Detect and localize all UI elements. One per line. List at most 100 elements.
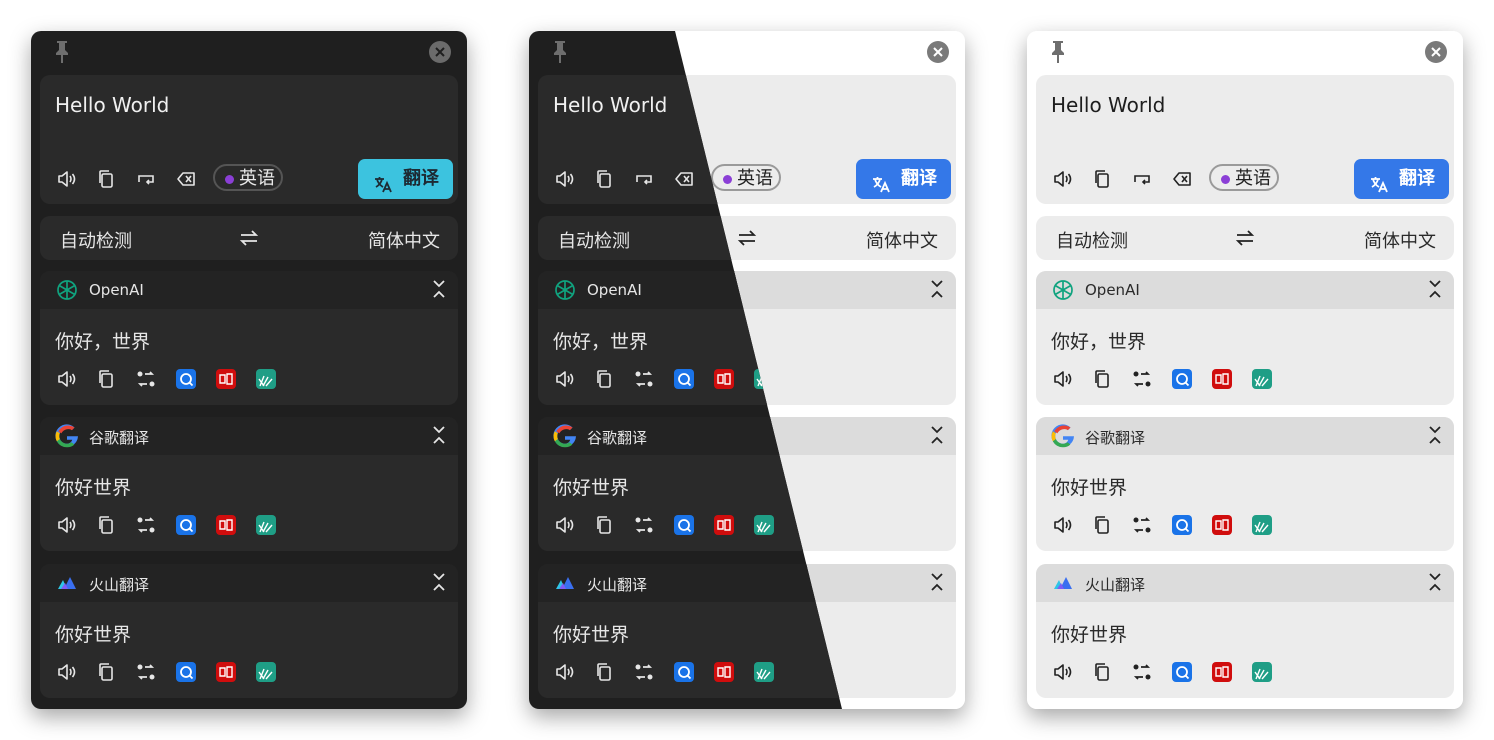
copy-icon[interactable] xyxy=(593,168,615,190)
result-header[interactable]: OpenAI xyxy=(1036,271,1454,309)
copy-icon[interactable] xyxy=(95,661,117,683)
youdao-app-icon[interactable] xyxy=(1212,369,1232,389)
speaker-icon[interactable] xyxy=(1051,514,1073,536)
speaker-icon[interactable] xyxy=(1051,661,1073,683)
copy-icon[interactable] xyxy=(1091,661,1113,683)
speaker-icon[interactable] xyxy=(55,168,77,190)
dictionary-app-icon[interactable] xyxy=(1172,369,1192,389)
youdao-app-icon[interactable] xyxy=(1212,515,1232,535)
dictionary-app-icon[interactable] xyxy=(176,515,196,535)
detected-language-pill[interactable]: 英语 xyxy=(1209,164,1279,191)
lingvo-app-icon[interactable] xyxy=(754,515,774,535)
lingvo-app-icon[interactable] xyxy=(256,662,276,682)
copy-icon[interactable] xyxy=(95,368,117,390)
pin-icon[interactable] xyxy=(549,39,571,65)
retranslate-icon[interactable] xyxy=(1131,661,1153,683)
source-language-select[interactable]: 自动检测 xyxy=(60,227,132,253)
copy-icon[interactable] xyxy=(593,661,615,683)
speaker-icon[interactable] xyxy=(1051,368,1073,390)
youdao-app-icon[interactable] xyxy=(216,369,236,389)
retranslate-icon[interactable] xyxy=(1131,368,1153,390)
wrap-text-icon[interactable] xyxy=(1131,168,1153,190)
speaker-icon[interactable] xyxy=(1051,168,1073,190)
close-icon[interactable] xyxy=(429,41,451,63)
retranslate-icon[interactable] xyxy=(135,514,157,536)
youdao-app-icon[interactable] xyxy=(216,515,236,535)
dictionary-app-icon[interactable] xyxy=(176,662,196,682)
dictionary-app-icon[interactable] xyxy=(674,515,694,535)
dictionary-app-icon[interactable] xyxy=(1172,662,1192,682)
wrap-text-icon[interactable] xyxy=(135,168,157,190)
copy-icon[interactable] xyxy=(1091,514,1113,536)
speaker-icon[interactable] xyxy=(553,368,575,390)
collapse-icon[interactable] xyxy=(432,279,446,303)
result-header[interactable]: 谷歌翻译 xyxy=(1036,417,1454,455)
pin-icon[interactable] xyxy=(51,39,73,65)
copy-icon[interactable] xyxy=(593,368,615,390)
dictionary-app-icon[interactable] xyxy=(176,369,196,389)
collapse-icon[interactable] xyxy=(930,572,944,596)
detected-language-pill[interactable]: 英语 xyxy=(213,164,283,191)
wrap-text-icon[interactable] xyxy=(633,168,655,190)
source-language-select[interactable]: 自动检测 xyxy=(558,227,630,253)
retranslate-icon[interactable] xyxy=(135,661,157,683)
youdao-app-icon[interactable] xyxy=(714,369,734,389)
collapse-icon[interactable] xyxy=(930,425,944,449)
result-header[interactable]: OpenAI xyxy=(40,271,458,309)
youdao-app-icon[interactable] xyxy=(714,515,734,535)
target-language-select[interactable]: 简体中文 xyxy=(1364,227,1436,253)
youdao-app-icon[interactable] xyxy=(216,662,236,682)
lingvo-app-icon[interactable] xyxy=(256,369,276,389)
clear-input-icon[interactable] xyxy=(1171,168,1193,190)
result-header[interactable]: 火山翻译 xyxy=(1036,564,1454,602)
collapse-icon[interactable] xyxy=(432,572,446,596)
copy-icon[interactable] xyxy=(1091,368,1113,390)
retranslate-icon[interactable] xyxy=(633,368,655,390)
retranslate-icon[interactable] xyxy=(633,514,655,536)
youdao-app-icon[interactable] xyxy=(1212,662,1232,682)
source-language-select[interactable]: 自动检测 xyxy=(1056,227,1128,253)
detected-language-pill[interactable]: 英语 xyxy=(711,164,781,191)
dictionary-app-icon[interactable] xyxy=(674,369,694,389)
speaker-icon[interactable] xyxy=(553,168,575,190)
source-text[interactable]: Hello World xyxy=(1051,93,1165,117)
translate-button[interactable]: 翻译 xyxy=(358,159,453,199)
speaker-icon[interactable] xyxy=(55,514,77,536)
source-text[interactable]: Hello World xyxy=(55,93,169,117)
swap-languages-icon[interactable] xyxy=(239,227,259,253)
lingvo-app-icon[interactable] xyxy=(754,662,774,682)
translate-button[interactable]: 翻译 xyxy=(1354,159,1449,199)
source-text[interactable]: Hello World xyxy=(553,93,667,117)
collapse-icon[interactable] xyxy=(1428,279,1442,303)
dictionary-app-icon[interactable] xyxy=(674,662,694,682)
speaker-icon[interactable] xyxy=(553,514,575,536)
retranslate-icon[interactable] xyxy=(135,368,157,390)
speaker-icon[interactable] xyxy=(55,661,77,683)
result-header[interactable]: 火山翻译 xyxy=(40,564,458,602)
collapse-icon[interactable] xyxy=(1428,425,1442,449)
copy-icon[interactable] xyxy=(1091,168,1113,190)
collapse-icon[interactable] xyxy=(1428,572,1442,596)
collapse-icon[interactable] xyxy=(930,279,944,303)
dictionary-app-icon[interactable] xyxy=(1172,515,1192,535)
close-icon[interactable] xyxy=(1425,41,1447,63)
result-header[interactable]: 谷歌翻译 xyxy=(40,417,458,455)
close-icon[interactable] xyxy=(927,41,949,63)
copy-icon[interactable] xyxy=(95,168,117,190)
clear-input-icon[interactable] xyxy=(175,168,197,190)
translate-button[interactable]: 翻译 xyxy=(856,159,951,199)
clear-input-icon[interactable] xyxy=(673,168,695,190)
swap-languages-icon[interactable] xyxy=(737,227,757,253)
copy-icon[interactable] xyxy=(95,514,117,536)
target-language-select[interactable]: 简体中文 xyxy=(368,227,440,253)
lingvo-app-icon[interactable] xyxy=(1252,369,1272,389)
target-language-select[interactable]: 简体中文 xyxy=(866,227,938,253)
swap-languages-icon[interactable] xyxy=(1235,227,1255,253)
speaker-icon[interactable] xyxy=(553,661,575,683)
speaker-icon[interactable] xyxy=(55,368,77,390)
lingvo-app-icon[interactable] xyxy=(1252,515,1272,535)
retranslate-icon[interactable] xyxy=(633,661,655,683)
youdao-app-icon[interactable] xyxy=(714,662,734,682)
lingvo-app-icon[interactable] xyxy=(1252,662,1272,682)
copy-icon[interactable] xyxy=(593,514,615,536)
